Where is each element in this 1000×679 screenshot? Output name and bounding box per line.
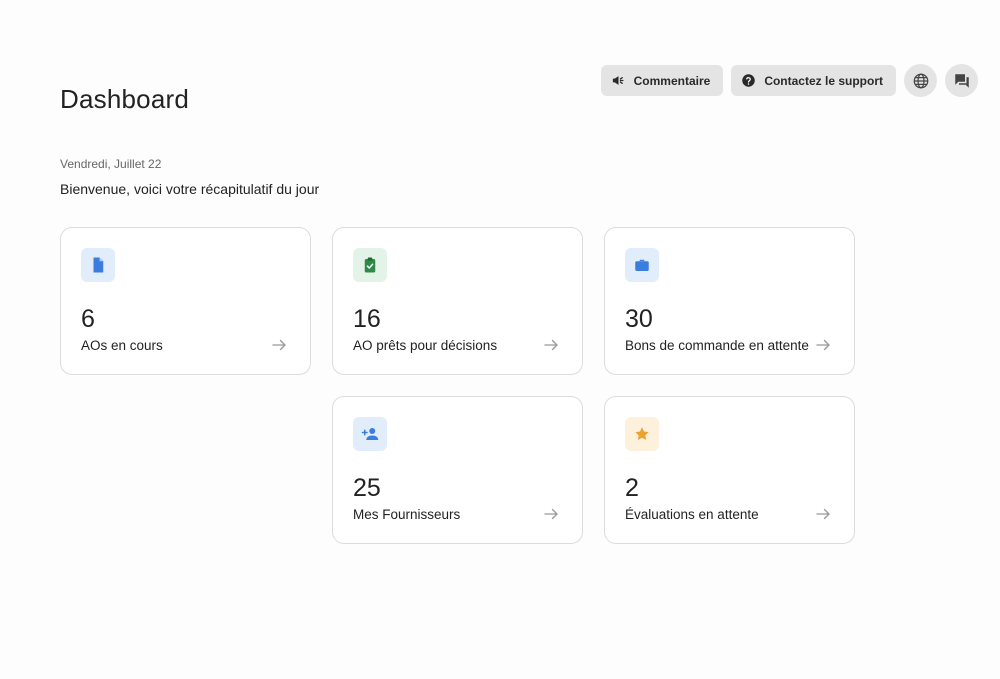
arrow-right-icon[interactable]	[814, 505, 832, 523]
top-toolbar: Commentaire Contactez le support	[600, 64, 978, 97]
card-icon-container	[625, 417, 659, 451]
card-tenders-ready[interactable]: 16 AO prêts pour décisions	[332, 227, 583, 375]
card-icon-container	[353, 248, 387, 282]
card-count: 16	[353, 305, 381, 333]
card-icon-container	[625, 248, 659, 282]
arrow-right-icon[interactable]	[542, 505, 560, 523]
card-purchase-orders[interactable]: 30 Bons de commande en attente	[604, 227, 855, 375]
arrow-right-icon[interactable]	[270, 336, 288, 354]
document-icon	[93, 257, 104, 273]
card-label: Mes Fournisseurs	[353, 507, 461, 522]
card-count: 30	[625, 305, 653, 333]
megaphone-icon	[612, 76, 624, 85]
card-count: 25	[353, 474, 381, 502]
card-pending-evaluations[interactable]: 2 Évaluations en attente	[604, 396, 855, 544]
add-person-icon	[361, 428, 379, 440]
welcome-message: Bienvenue, voici votre récapitulatif du …	[60, 181, 320, 197]
card-label: AO prêts pour décisions	[353, 338, 498, 353]
card-suppliers[interactable]: 25 Mes Fournisseurs	[332, 396, 583, 544]
clipboard-check-icon	[364, 257, 376, 273]
arrow-right-icon[interactable]	[814, 336, 832, 354]
support-label: Contactez le support	[764, 73, 883, 88]
page-title: Dashboard	[60, 84, 189, 114]
language-button[interactable]	[904, 64, 937, 97]
arrow-right-icon[interactable]	[542, 336, 560, 354]
chat-icon	[954, 73, 969, 88]
help-icon	[742, 74, 756, 87]
feedback-label: Commentaire	[633, 73, 711, 88]
card-icon-container	[81, 248, 115, 282]
globe-icon	[913, 73, 928, 88]
card-label: Évaluations en attente	[625, 507, 759, 522]
star-icon	[635, 427, 649, 440]
card-icon-container	[353, 417, 387, 451]
card-label: AOs en cours	[81, 338, 163, 353]
feedback-button[interactable]: Commentaire	[600, 65, 724, 96]
card-count: 2	[625, 474, 639, 502]
card-active-tenders[interactable]: 6 AOs en cours	[60, 227, 311, 375]
card-count: 6	[81, 305, 95, 333]
briefcase-icon	[635, 259, 649, 271]
chat-button[interactable]	[945, 64, 978, 97]
contact-support-button[interactable]: Contactez le support	[731, 65, 896, 96]
card-label: Bons de commande en attente	[625, 338, 809, 353]
current-date: Vendredi, Juillet 22	[60, 157, 162, 171]
